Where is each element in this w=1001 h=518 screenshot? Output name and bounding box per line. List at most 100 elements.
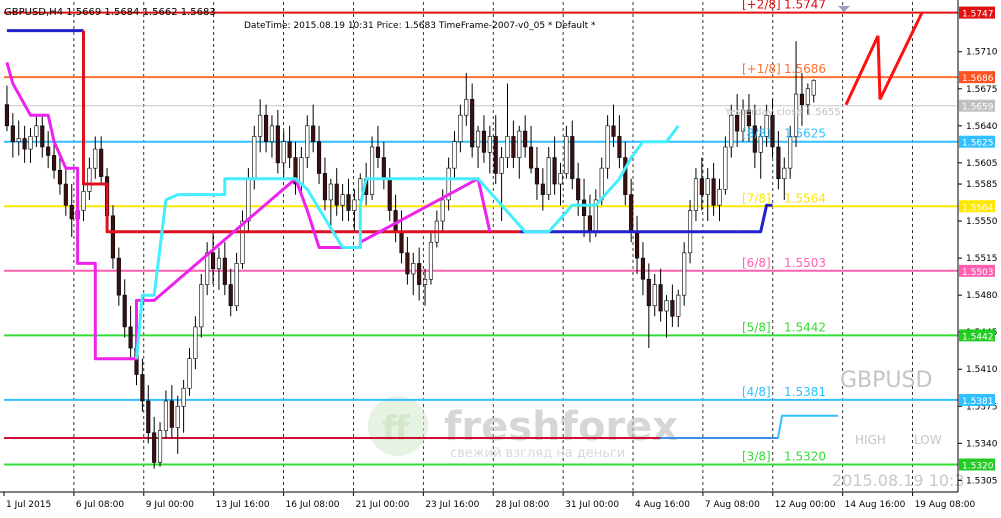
candle-body xyxy=(46,146,51,156)
candle-body xyxy=(693,178,699,211)
candle-body xyxy=(63,183,68,206)
candle-body xyxy=(93,148,98,169)
candle-body xyxy=(717,189,722,206)
murrey-level-label: [+2/8] xyxy=(742,0,781,12)
brand-text: freshforex xyxy=(444,404,678,450)
candle-body xyxy=(540,183,545,195)
watermark-high-label: HIGH xyxy=(855,433,886,447)
candle-body xyxy=(369,146,375,195)
candle-body xyxy=(499,157,504,174)
symbol-info: GBPUSD,H4 1.5669 1.5684 1.5662 1.5683 xyxy=(4,7,216,18)
candle-body xyxy=(481,130,487,153)
murrey-level-label: [7/8] xyxy=(742,191,771,205)
candle-body xyxy=(352,199,357,211)
murrey-level-label: [8/8] xyxy=(742,127,771,141)
candle-body xyxy=(287,141,292,158)
candle-body xyxy=(169,400,174,428)
candle-body xyxy=(110,215,116,259)
murrey-level-value: 1.5320 xyxy=(784,449,826,463)
x-tick-label: 9 Jul 00:00 xyxy=(146,500,195,510)
candle-body xyxy=(770,114,775,148)
candle-body xyxy=(399,231,404,254)
candle-body xyxy=(122,294,127,328)
y-tick-label: 1.5410 xyxy=(966,365,998,375)
candle-body xyxy=(175,405,180,428)
murrey-level-label: [4/8] xyxy=(742,385,771,399)
candle-body xyxy=(28,136,33,150)
candle-body xyxy=(246,178,251,222)
candle-body xyxy=(458,114,463,142)
candle-body xyxy=(464,99,469,116)
candle-body xyxy=(240,220,245,264)
price-chart[interactable]: ff freshforex свежий взгляд на деньги GB… xyxy=(0,0,1001,514)
candle-body xyxy=(699,178,704,195)
x-tick-label: 12 Aug 00:00 xyxy=(775,500,836,510)
candle-body xyxy=(528,146,534,169)
y-tick-label: 1.5305 xyxy=(966,476,998,486)
candle-body xyxy=(193,326,198,359)
candle-body xyxy=(69,204,74,220)
candle-body xyxy=(658,284,663,312)
candle-body xyxy=(705,178,710,195)
x-tick-label: 1 Jul 2015 xyxy=(6,500,51,510)
murrey-level-value: 1.5564 xyxy=(784,191,826,205)
svg-text:ff: ff xyxy=(382,409,410,449)
watermark-low-label: LOW xyxy=(914,433,942,447)
candle-body xyxy=(328,183,333,201)
murrey-level-value: 1.5442 xyxy=(784,320,826,334)
candle-body xyxy=(711,178,716,206)
candle-body xyxy=(57,169,63,185)
candle-body xyxy=(305,125,310,158)
candle-body xyxy=(682,252,687,296)
candle-body xyxy=(387,178,392,211)
candle-body xyxy=(428,241,434,280)
y-tick-label: 1.5675 xyxy=(966,85,998,95)
price-tag-label: 1.5659 xyxy=(962,103,994,113)
candle-body xyxy=(157,430,163,463)
chart-window: ff freshforex свежий взгляд на деньги GB… xyxy=(0,0,1001,514)
murrey-level-value: 1.5503 xyxy=(784,256,826,270)
candle-body xyxy=(652,284,657,307)
y-tick-label: 1.5640 xyxy=(966,122,998,132)
candle-body xyxy=(505,136,510,158)
freshforex-logo: ff xyxy=(368,396,428,456)
candle-body xyxy=(187,358,192,389)
x-tick-label: 13 Jul 16:00 xyxy=(216,500,270,510)
murrey-level-label: [5/8] xyxy=(742,320,771,334)
x-tick-label: 6 Jul 08:00 xyxy=(76,500,125,510)
murrey-level-label: [+1/8] xyxy=(742,62,781,76)
candle-body xyxy=(587,215,593,232)
candle-body xyxy=(152,432,157,463)
candle-body xyxy=(475,130,481,148)
watermark-symbol: GBPUSD xyxy=(840,368,932,393)
candle-body xyxy=(729,114,734,148)
candle-body xyxy=(487,136,492,153)
candle-body xyxy=(629,194,634,232)
candle-body xyxy=(234,263,239,307)
candle-body xyxy=(87,167,92,192)
y-tick-label: 1.5585 xyxy=(966,180,998,190)
x-tick-label: 23 Jul 16:00 xyxy=(425,500,479,510)
y-tick-label: 1.5480 xyxy=(966,291,998,301)
candle-body xyxy=(640,257,646,280)
candle-body xyxy=(163,400,169,431)
price-tag-label: 1.5625 xyxy=(962,139,994,149)
candle-body xyxy=(664,300,669,312)
x-tick-label: 16 Jul 08:00 xyxy=(286,500,340,510)
candle-body xyxy=(140,374,145,402)
murrey-level-value: 1.5686 xyxy=(784,62,826,76)
candle-body xyxy=(316,141,322,174)
candle-body xyxy=(405,252,410,275)
murrey-level-label: [3/8] xyxy=(742,449,771,463)
candle-body xyxy=(611,125,616,137)
candle-body xyxy=(4,104,10,127)
candle-body xyxy=(228,284,233,307)
candle-body xyxy=(523,130,528,148)
candle-body xyxy=(617,136,622,158)
y-tick-label: 1.5550 xyxy=(966,217,998,227)
candle-body xyxy=(676,294,681,317)
murrey-level-label: [6/8] xyxy=(742,256,771,270)
candle-body xyxy=(222,257,227,285)
watermark-date: 2015.08.19 10:3 xyxy=(832,471,965,490)
x-tick-label: 31 Jul 00:00 xyxy=(565,500,619,510)
